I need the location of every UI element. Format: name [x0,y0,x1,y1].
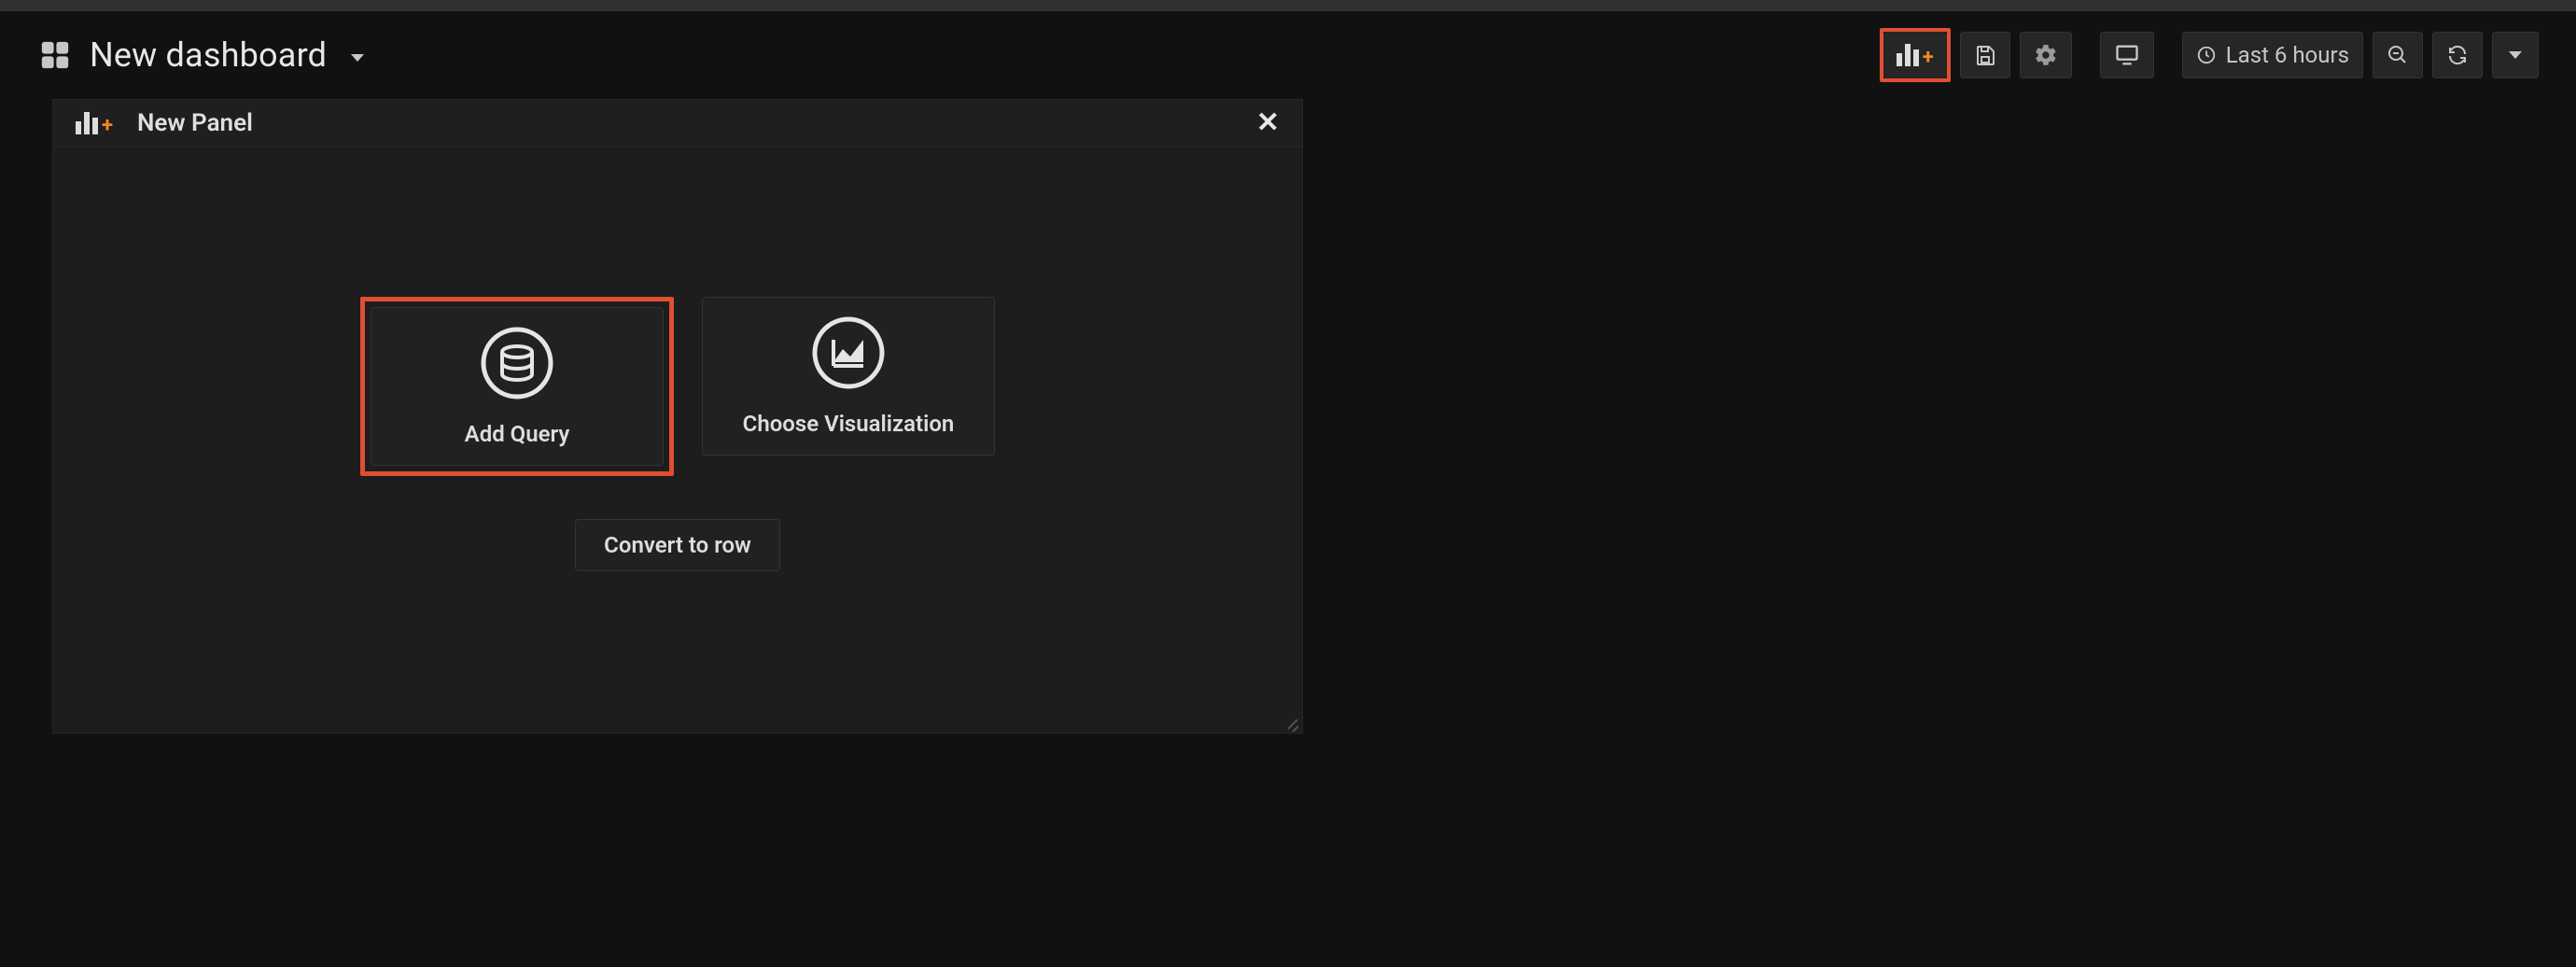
bar-chart-plus-icon: + [1897,44,1934,66]
refresh-icon [2446,44,2469,66]
choose-visualization-button[interactable]: Choose Visualization [702,297,995,455]
browser-chrome-bar [0,0,2576,11]
cycle-view-mode-button[interactable] [2100,32,2154,78]
panel-body: Add Query Choose Visualization Convert t… [53,147,1302,571]
monitor-icon [2114,42,2140,68]
panel-resize-handle[interactable] [1283,716,1298,731]
convert-to-row-button[interactable]: Convert to row [575,519,780,571]
chevron-down-icon [351,54,364,62]
refresh-button[interactable] [2432,32,2483,78]
zoom-out-button[interactable] [2373,32,2423,78]
time-range-label: Last 6 hours [2226,42,2349,68]
close-panel-button[interactable]: ✕ [1256,109,1280,137]
chart-icon [811,315,886,390]
add-panel-button[interactable]: + [1883,32,1947,78]
bar-chart-plus-icon: + [76,112,113,134]
choose-visualization-label: Choose Visualization [743,411,955,437]
add-query-label: Add Query [465,421,570,447]
dashboard-settings-button[interactable] [2020,32,2072,78]
gear-icon [2034,43,2058,67]
dashboard-canvas: + New Panel ✕ Add Query [0,99,2576,734]
add-query-button[interactable]: Add Query [371,307,664,466]
dashboard-title: New dashboard [90,35,327,75]
dashboard-grid-icon [39,39,71,71]
dashboard-toolbar: New dashboard + [0,11,2576,99]
clock-icon [2196,45,2217,65]
new-panel: + New Panel ✕ Add Query [52,99,1303,734]
panel-actions-row: Add Query Choose Visualization [360,297,995,476]
save-icon [1974,44,1996,66]
panel-header: + New Panel ✕ [53,100,1302,147]
chevron-down-icon [2509,51,2522,59]
time-range-button[interactable]: Last 6 hours [2182,32,2363,78]
toolbar-right: + Last [1880,28,2539,82]
refresh-interval-button[interactable] [2492,32,2539,78]
panel-title: New Panel [137,109,253,137]
convert-to-row-label: Convert to row [604,532,751,558]
add-panel-highlight: + [1880,28,1951,82]
dashboard-title-group[interactable]: New dashboard [39,35,364,75]
zoom-out-icon [2387,44,2409,66]
add-query-highlight: Add Query [360,297,674,476]
database-icon [480,326,554,400]
save-dashboard-button[interactable] [1960,32,2010,78]
